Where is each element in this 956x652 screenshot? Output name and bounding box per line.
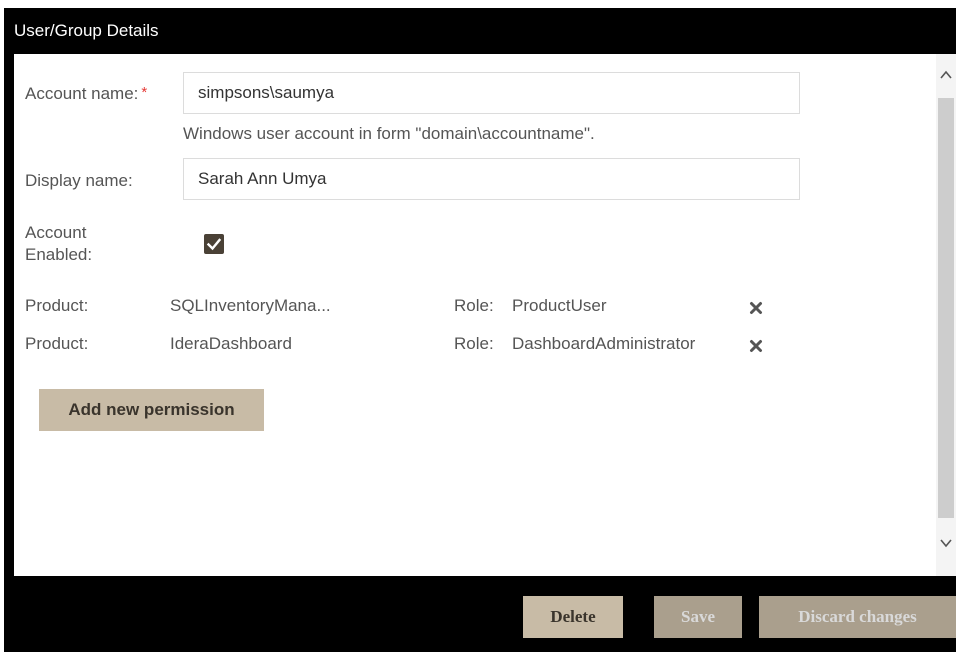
scroll-down-button[interactable] (936, 524, 956, 564)
dialog-title: User/Group Details (4, 8, 956, 54)
account-name-label-text: Account name: (25, 84, 139, 103)
scroll-thumb[interactable] (938, 98, 954, 518)
close-icon (750, 302, 762, 314)
product-value: SQLInventoryMana... (170, 296, 331, 315)
vertical-scrollbar[interactable] (936, 54, 956, 576)
product-value: IderaDashboard (170, 334, 292, 353)
scroll-up-button[interactable] (936, 54, 956, 94)
role-value: DashboardAdministrator (512, 334, 696, 353)
add-new-permission-button[interactable]: Add new permission (39, 389, 264, 431)
account-name-hint: Windows user account in form "domain\acc… (183, 124, 595, 143)
product-label: Product: (25, 296, 89, 315)
close-icon (750, 340, 762, 352)
remove-permission-button[interactable] (748, 300, 764, 316)
chevron-down-icon (940, 539, 952, 548)
account-enabled-checkbox[interactable] (204, 234, 224, 254)
dialog-content: Account name:* Windows user account in f… (14, 54, 956, 576)
required-marker: * (141, 84, 148, 101)
delete-button[interactable]: Delete (523, 596, 623, 638)
account-name-label: Account name: * (25, 84, 147, 104)
chevron-up-icon (940, 70, 952, 79)
role-label: Role: (454, 296, 494, 315)
display-name-label: Display name: (25, 171, 133, 190)
role-label: Role: (454, 334, 494, 353)
display-name-input[interactable] (183, 158, 800, 200)
remove-permission-button[interactable] (748, 338, 764, 354)
discard-changes-button[interactable]: Discard changes (759, 596, 956, 638)
user-group-details-dialog: User/Group Details Account name:* Window… (4, 8, 956, 652)
check-icon (206, 238, 222, 251)
save-button[interactable]: Save (654, 596, 742, 638)
account-name-input[interactable] (183, 72, 800, 114)
role-value: ProductUser (512, 296, 607, 315)
account-enabled-label-line2: Enabled: (25, 245, 93, 264)
account-enabled-label: Account Enabled: (25, 222, 92, 266)
account-enabled-label-line1: Account (25, 223, 87, 242)
product-label: Product: (25, 334, 89, 353)
